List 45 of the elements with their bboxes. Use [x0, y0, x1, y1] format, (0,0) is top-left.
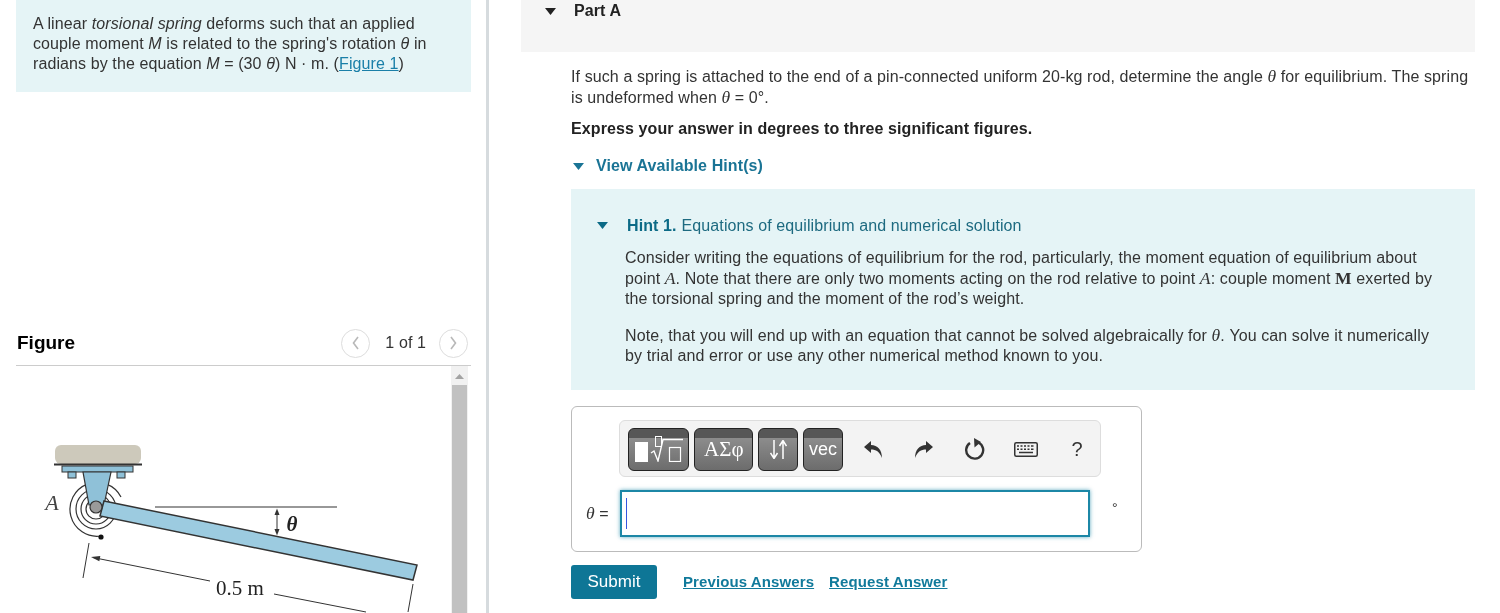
figure-title: Figure — [16, 333, 76, 353]
hint-toggle[interactable]: Hint 1. Equations of equilibrium and numerical solution — [597, 215, 1022, 236]
figure-link[interactable]: Figure 1 — [339, 55, 399, 72]
scroll-up-icon — [455, 374, 464, 379]
part-header[interactable]: Part A — [521, 0, 1475, 52]
greek-symbols-button[interactable]: ΑΣφ — [694, 427, 754, 471]
point-label: A — [45, 490, 59, 515]
dimension-label: 0.5 m — [216, 576, 264, 600]
chevron-right-icon — [450, 336, 457, 350]
vector-button[interactable]: vec — [803, 427, 843, 471]
request-answer-link[interactable]: Request Answer — [829, 571, 948, 592]
problem-statement: A linear torsional spring deforms such that an applied couple moment M is related to the spring's rotation θ in radians by the equation M = (30 θ) N · m. (Figure 1) — [16, 0, 471, 92]
scrollbar[interactable] — [451, 366, 468, 613]
hint-paragraph: Note, that you will end up with an equation that cannot be solved algebraically for θ. You can solve it numerically by trial and error or use any other numerical method known to you. — [625, 324, 1431, 366]
scrollbar-thumb[interactable] — [452, 385, 467, 613]
hints-toggle-link[interactable]: View Available Hint(s) — [571, 156, 763, 176]
previous-answers-link[interactable]: Previous Answers — [683, 571, 815, 592]
part-title: Part A — [574, 2, 622, 20]
page-counter: 1 of 1 — [385, 333, 426, 353]
question-text: If such a spring is attached to the end of a pin-connected uniform 20-kg rod, determine the angle θ for equilibrium. The spring is undeformed when θ = 0°. — [571, 66, 1470, 108]
angle-label: θ — [286, 512, 298, 536]
unit-label: ° — [1112, 499, 1118, 518]
templates-button[interactable] — [628, 427, 690, 471]
bolt — [67, 471, 77, 479]
up-down-arrows-icon — [769, 439, 787, 459]
extension-line — [407, 583, 414, 613]
bolt — [116, 471, 126, 479]
refresh-icon — [964, 438, 986, 460]
hint-paragraph: Consider writing the equations of equilibrium for the rod, particularly, the moment equation of equilibrium about point A. Note that there are only two moments acting on the rod relative to point A: couple moment M exerted by the torsional spring and the moment of the rod’s weight. — [625, 247, 1433, 309]
text-cursor — [626, 497, 627, 529]
support-bracket — [82, 471, 112, 506]
extension-line — [82, 542, 90, 579]
instruction-text: Express your answer in degrees to three significant figures. — [571, 119, 1034, 139]
submit-button[interactable]: Submit — [571, 564, 657, 599]
pin — [89, 500, 103, 514]
chevron-left-icon — [352, 336, 360, 350]
arrows-button[interactable] — [758, 427, 799, 471]
angle-arrow — [274, 508, 280, 536]
redo-icon — [914, 440, 933, 458]
template-icon — [634, 436, 683, 462]
answer-field[interactable] — [620, 489, 1090, 537]
undo-icon — [863, 440, 882, 458]
answer-label: θ = — [586, 502, 610, 524]
help-button[interactable]: ? — [1053, 427, 1100, 471]
keyboard-icon — [1013, 441, 1038, 457]
